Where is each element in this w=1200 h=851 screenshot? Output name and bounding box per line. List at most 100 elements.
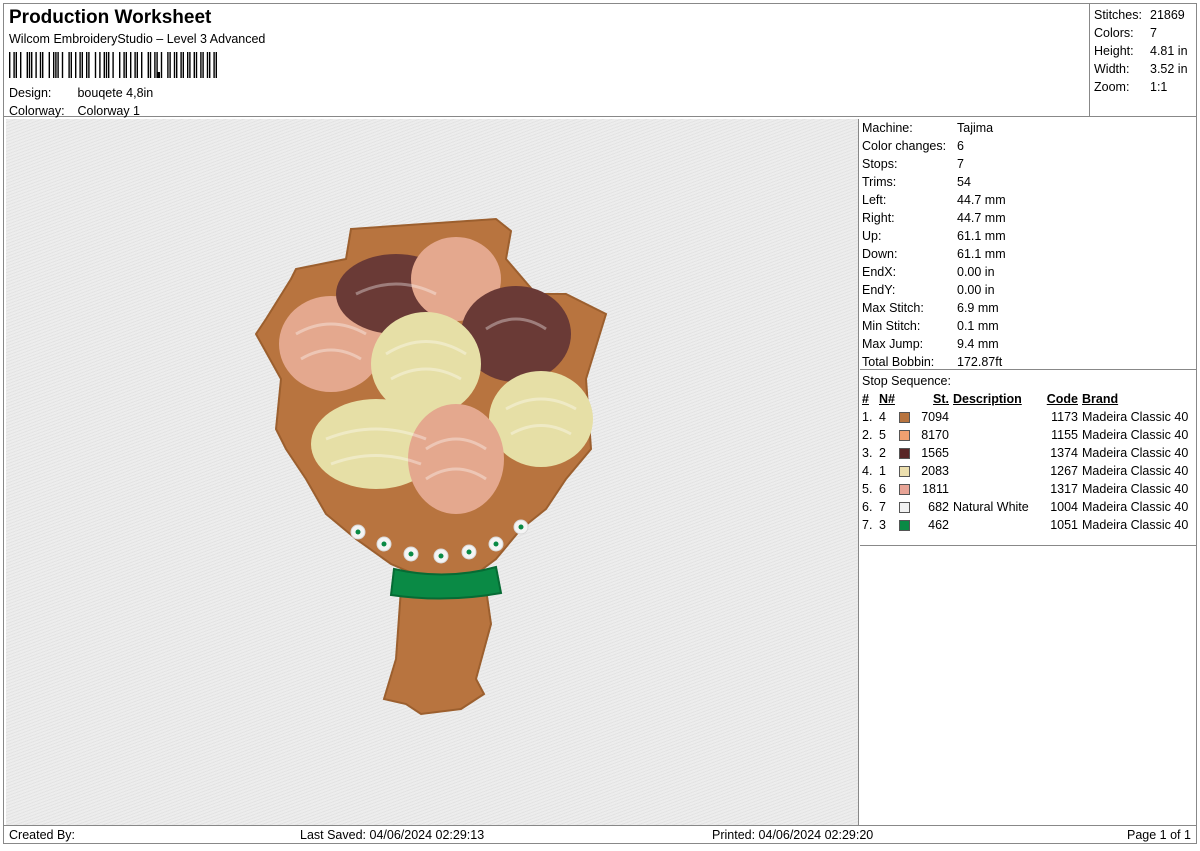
machine-value: Tajima <box>957 121 994 135</box>
color-swatch-box <box>899 466 910 478</box>
color-swatch <box>899 426 913 444</box>
software-subtitle: Wilcom EmbroideryStudio – Level 3 Advanc… <box>9 32 266 46</box>
printed-date: Printed: 04/06/2024 02:29:20 <box>712 828 874 842</box>
stats-panel: Stitches: 21869 Colors: 7 Height: 4.81 in W… <box>1090 4 1196 117</box>
header: Production Worksheet Wilcom EmbroiderySt… <box>4 4 1090 118</box>
stop-num: 2. <box>862 428 873 442</box>
thread-brand: Madeira Classic 40 <box>1082 464 1189 478</box>
machine-value: 7 <box>957 157 964 171</box>
stop-num: 5. <box>862 482 873 496</box>
color-swatch <box>899 516 913 534</box>
table-header-row: # N# St. Description Code Brand <box>862 390 1188 408</box>
machine-row: Color changes: 6 <box>860 137 1196 155</box>
color-swatch-box <box>899 412 910 424</box>
header-needle: N# <box>879 392 895 406</box>
stat-value: 1:1 <box>1150 80 1168 94</box>
machine-row: Up: 61.1 mm <box>860 227 1196 245</box>
stop-num: 1. <box>862 410 873 424</box>
machine-label: Down: <box>862 247 898 261</box>
description <box>949 426 1040 444</box>
machine-value: 61.1 mm <box>957 229 1006 243</box>
header-stitches: St. <box>933 392 949 406</box>
needle-num: 7 <box>879 500 886 514</box>
machine-label: Up: <box>862 229 882 243</box>
stop-num: 7. <box>862 518 873 532</box>
machine-row: Down: 61.1 mm <box>860 245 1196 263</box>
stitch-count: 1565 <box>921 446 949 460</box>
machine-row: Total Bobbin: 172.87ft <box>860 353 1196 371</box>
stitch-count: 682 <box>928 500 949 514</box>
machine-label: Trims: <box>862 175 897 189</box>
description <box>949 516 1040 534</box>
stat-row: Height: 4.81 in <box>1090 42 1196 60</box>
thread-brand: Madeira Classic 40 <box>1082 482 1189 496</box>
description: Natural White <box>953 500 1029 514</box>
header-description: Description <box>953 392 1022 406</box>
machine-label: Left: <box>862 193 887 207</box>
thread-code: 1267 <box>1050 464 1078 478</box>
thread-code: 1374 <box>1050 446 1078 460</box>
stat-label: Colors: <box>1094 26 1134 40</box>
colorway-label: Colorway: <box>9 104 65 118</box>
table-row: 6. 7 682 Natural White 1004 Madeira Classic 4… <box>862 498 1188 516</box>
stat-row: Width: 3.52 in <box>1090 60 1196 78</box>
stat-label: Width: <box>1094 62 1130 76</box>
table-row: 1. 4 7094 1173 Madeira Classic 40 <box>862 408 1188 426</box>
machine-row: EndY: 0.00 in <box>860 281 1196 299</box>
stat-value: 4.81 in <box>1150 44 1188 58</box>
thread-code: 1004 <box>1050 500 1078 514</box>
header-swatch <box>899 390 913 408</box>
machine-value: 6.9 mm <box>957 301 999 315</box>
machine-label: Right: <box>862 211 895 225</box>
thread-code: 1155 <box>1051 428 1078 442</box>
color-swatch-box <box>899 448 910 460</box>
color-swatch <box>899 480 913 498</box>
header-code: Code <box>1046 392 1078 406</box>
page-title: Production Worksheet <box>9 7 212 28</box>
machine-row: Min Stitch: 0.1 mm <box>860 317 1196 335</box>
stat-row: Stitches: 21869 <box>1090 6 1196 24</box>
stat-value: 3.52 in <box>1150 62 1188 76</box>
bouquet-embroidery-image <box>254 217 608 716</box>
needle-num: 5 <box>879 428 886 442</box>
thread-code: 1173 <box>1051 410 1078 424</box>
stitch-count: 8170 <box>921 428 949 442</box>
machine-row: Left: 44.7 mm <box>860 191 1196 209</box>
stitch-count: 7094 <box>921 410 949 424</box>
machine-row: Right: 44.7 mm <box>860 209 1196 227</box>
needle-num: 1 <box>879 464 886 478</box>
design-value: bouqete 4,8in <box>77 86 154 100</box>
needle-num: 6 <box>879 482 886 496</box>
color-swatch-box <box>899 502 910 514</box>
page-number: Page 1 of 1 <box>1127 828 1191 842</box>
design-row: Design: bouqete 4,8in <box>9 86 153 100</box>
description <box>949 462 1040 480</box>
machine-label: EndX: <box>862 265 897 279</box>
color-swatch-box <box>899 430 910 442</box>
thread-brand: Madeira Classic 40 <box>1082 446 1189 460</box>
machine-value: 44.7 mm <box>957 211 1006 225</box>
machine-label: Stops: <box>862 157 898 171</box>
stitch-count: 462 <box>928 518 949 532</box>
machine-value: 6 <box>957 139 964 153</box>
machine-value: 61.1 mm <box>957 247 1006 261</box>
stat-row: Colors: 7 <box>1090 24 1196 42</box>
color-swatch <box>899 408 913 426</box>
thread-brand: Madeira Classic 40 <box>1082 428 1189 442</box>
stat-label: Stitches: <box>1094 8 1142 22</box>
machine-row: Max Stitch: 6.9 mm <box>860 299 1196 317</box>
stop-sequence-table: # N# St. Description Code Brand 1. 4 7094 1… <box>862 390 1188 534</box>
machine-value: 44.7 mm <box>957 193 1006 207</box>
colorway-value: Colorway 1 <box>77 104 141 118</box>
machine-row: Machine: Tajima <box>860 119 1196 137</box>
description <box>949 408 1040 426</box>
created-by: Created By: <box>9 828 76 842</box>
design-label: Design: <box>9 86 52 100</box>
thread-brand: Madeira Classic 40 <box>1082 500 1189 514</box>
machine-label: Color changes: <box>862 139 947 153</box>
thread-code: 1317 <box>1050 482 1078 496</box>
machine-label: Total Bobbin: <box>862 355 935 369</box>
machine-info-panel: Machine: Tajima Color changes: 6 Stops: 7 T… <box>860 117 1196 370</box>
stitch-count: 2083 <box>921 464 949 478</box>
header-num: # <box>862 392 869 406</box>
